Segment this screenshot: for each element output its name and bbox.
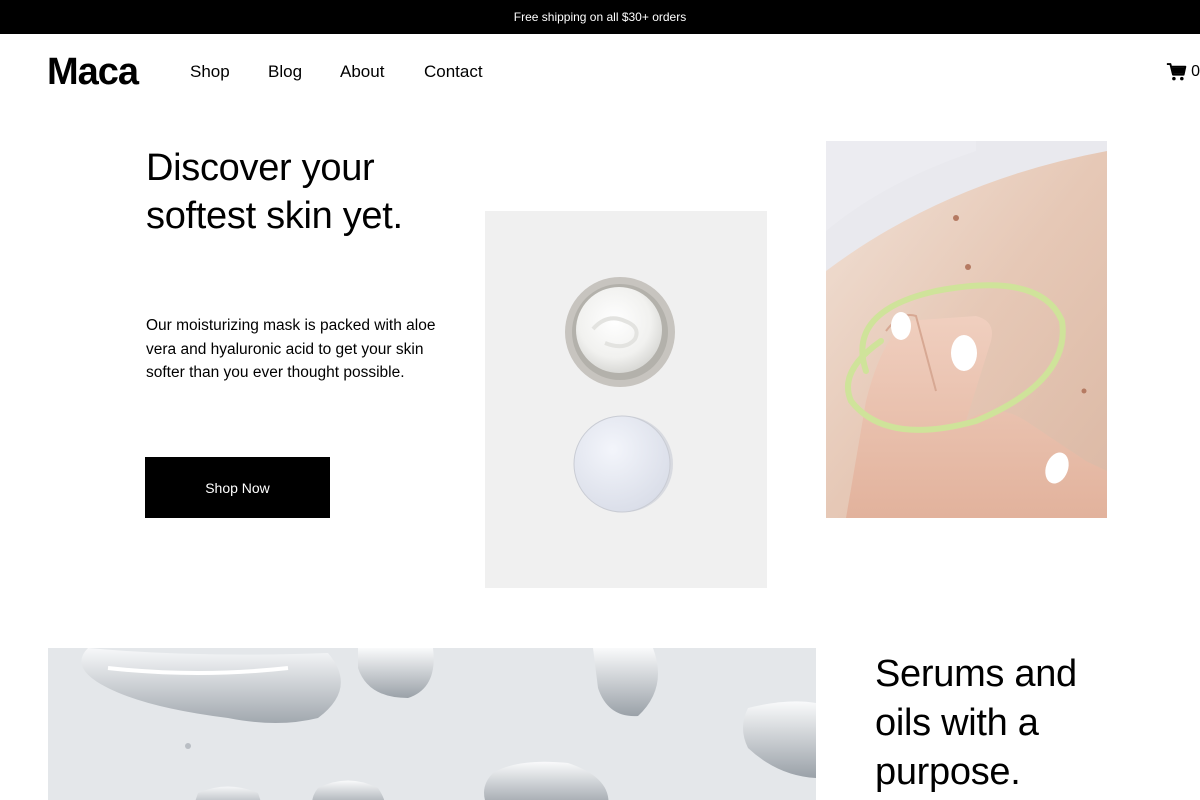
brand-logo[interactable]: Maca: [47, 52, 139, 92]
shop-now-button[interactable]: Shop Now: [145, 457, 330, 518]
announcement-text: Free shipping on all $30+ orders: [513, 10, 687, 24]
cream-jar-illustration: [565, 277, 675, 513]
product-image: [485, 211, 767, 588]
nav-about[interactable]: About: [340, 62, 384, 82]
water-drops-illustration: [48, 648, 816, 800]
model-skin-image: [826, 141, 1107, 518]
cart-button[interactable]: 0: [1166, 60, 1200, 84]
nav-shop[interactable]: Shop: [190, 62, 230, 82]
nav-blog[interactable]: Blog: [268, 62, 302, 82]
nav-contact[interactable]: Contact: [424, 62, 483, 82]
section-title: Serums and oils with a purpose.: [875, 653, 1077, 793]
serum-drops-image: [48, 648, 816, 800]
cart-count: 0: [1191, 63, 1200, 80]
hero-title: Discover your softest skin yet.: [146, 147, 403, 237]
skin-photo-illustration: [826, 141, 1107, 518]
hero-description: Our moisturizing mask is packed with alo…: [146, 317, 436, 381]
announcement-bar: Free shipping on all $30+ orders: [0, 0, 1200, 34]
cart-icon: [1166, 63, 1187, 81]
